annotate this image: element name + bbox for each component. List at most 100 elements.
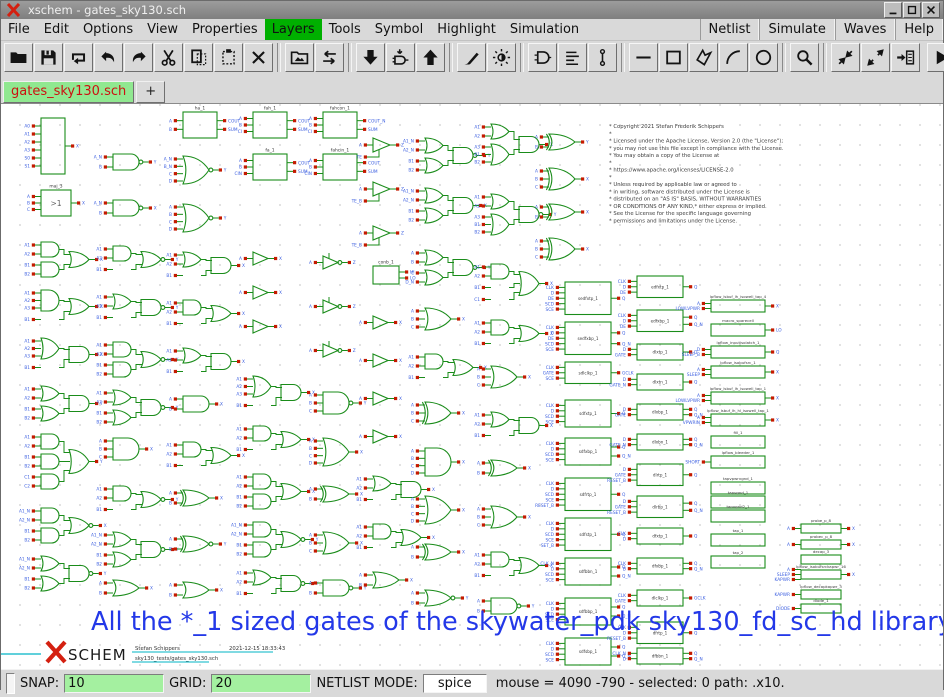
svg-text:B: B	[309, 123, 312, 129]
draw-polygon-button[interactable]	[689, 43, 718, 72]
svg-text:probe_p_8: probe_p_8	[811, 518, 832, 523]
svg-text:X: X	[242, 453, 245, 459]
zoom-box-button[interactable]	[790, 43, 819, 72]
open-button[interactable]	[4, 43, 33, 72]
schematic-symbol-wbox: decap_3	[801, 549, 841, 564]
svg-text:A2: A2	[24, 252, 30, 258]
svg-text:Y: Y	[487, 265, 491, 271]
reload-button[interactable]	[64, 43, 93, 72]
menu-item-highlight[interactable]: Highlight	[430, 19, 503, 40]
cut-icon	[159, 48, 178, 67]
netlist-button[interactable]	[891, 43, 920, 72]
paste-button[interactable]	[214, 43, 243, 72]
menu-item-tools[interactable]: Tools	[322, 19, 368, 40]
redo-button[interactable]	[124, 43, 153, 72]
menu-button-waves[interactable]: Waves	[835, 19, 895, 40]
svg-text:A1_N: A1_N	[19, 557, 30, 563]
svg-text:A: A	[169, 537, 172, 543]
schematic-symbol-oa21: A1A2B1X	[474, 412, 553, 439]
menu-item-simulation[interactable]: Simulation	[503, 19, 586, 40]
tab-gates-sky130[interactable]: gates_sky130.sch	[3, 81, 134, 103]
svg-text:B: B	[169, 407, 172, 413]
menu-item-view[interactable]: View	[140, 19, 185, 40]
svg-text:B: B	[27, 201, 30, 207]
schematic-symbol-wbox: tap_2	[711, 550, 765, 568]
cut-button[interactable]	[154, 43, 183, 72]
close-button[interactable]	[922, 2, 940, 18]
svg-text:A2: A2	[166, 452, 172, 458]
svg-text:B1: B1	[96, 363, 102, 369]
svg-text:X: X	[462, 460, 465, 466]
draw-wire-button[interactable]	[457, 43, 486, 72]
draw-circle-icon	[754, 48, 773, 67]
draw-arc-button[interactable]	[719, 43, 748, 72]
pop-up-button[interactable]	[416, 43, 445, 72]
svg-text:X: X	[279, 256, 282, 262]
draw-rect-button[interactable]	[659, 43, 688, 72]
copy-button[interactable]	[184, 43, 213, 72]
svg-text:Q: Q	[622, 645, 626, 651]
delete-button[interactable]	[244, 43, 273, 72]
menu-item-edit[interactable]: Edit	[37, 19, 76, 40]
svg-text:B1: B1	[24, 529, 30, 535]
simulate-button[interactable]	[927, 43, 944, 72]
schematic-canvas[interactable]: A0A1A2A3S0S1Xmaj_3>1ABCXA1A2B1B2XA1A2A3B…	[1, 104, 943, 669]
svg-text:A: A	[359, 143, 362, 149]
svg-text:B1: B1	[24, 577, 30, 583]
swap-button[interactable]	[315, 43, 344, 72]
svg-text:COUT: COUT	[368, 160, 381, 166]
draw-circle-button[interactable]	[749, 43, 778, 72]
svg-text:A1_N: A1_N	[231, 523, 242, 529]
menu-item-file[interactable]: File	[1, 19, 37, 40]
edit-text-button[interactable]	[558, 43, 587, 72]
descend-symbol-button[interactable]	[386, 43, 415, 72]
svg-text:CI: CI	[238, 129, 242, 135]
svg-text:B1: B1	[236, 591, 242, 597]
save-button[interactable]	[34, 43, 63, 72]
make-symbol-button[interactable]	[528, 43, 557, 72]
svg-text:B1: B1	[96, 267, 102, 273]
menu-button-netlist[interactable]: Netlist	[700, 19, 760, 40]
svg-text:lpflow_lsbuf_lh_isowell_tap_1: lpflow_lsbuf_lh_isowell_tap_1	[710, 386, 767, 391]
svg-text:A: A	[477, 367, 480, 373]
svg-text:A1: A1	[236, 571, 242, 577]
grid-input[interactable]	[211, 674, 311, 693]
wire-link-button[interactable]	[588, 43, 617, 72]
maximize-button[interactable]	[903, 2, 921, 18]
draw-line-button[interactable]	[629, 43, 658, 72]
minimize-button[interactable]	[884, 2, 902, 18]
menu-button-simulate[interactable]: Simulate	[759, 19, 834, 40]
push-down-button[interactable]	[356, 43, 385, 72]
new-tab-button[interactable]: +	[136, 81, 165, 103]
zoom-out-button[interactable]	[861, 43, 890, 72]
svg-text:B: B	[411, 317, 414, 323]
insert-symbol-button[interactable]	[285, 43, 314, 72]
svg-text:A_N: A_N	[94, 155, 102, 161]
svg-text:X: X	[586, 247, 589, 253]
snap-input[interactable]	[64, 674, 164, 693]
svg-text:A: A	[99, 439, 102, 445]
menu-item-properties[interactable]: Properties	[185, 19, 265, 40]
toggle-light-button[interactable]	[487, 43, 516, 72]
svg-text:CLK: CLK	[546, 365, 554, 371]
svg-text:X: X	[242, 263, 245, 269]
svg-text:KAPWR: KAPWR	[774, 592, 790, 598]
menu-item-symbol[interactable]: Symbol	[368, 19, 430, 40]
svg-text:A2: A2	[96, 352, 102, 358]
undo-button[interactable]	[94, 43, 123, 72]
zoom-in-button[interactable]	[831, 43, 860, 72]
menu-item-options[interactable]: Options	[76, 19, 140, 40]
svg-text:Y: Y	[175, 257, 179, 263]
svg-text:A: A	[535, 205, 538, 211]
menu-item-layers[interactable]: Layers	[265, 19, 322, 40]
svg-text:C: C	[27, 207, 30, 213]
menu-button-help[interactable]: Help	[895, 19, 943, 40]
svg-text:B: B	[535, 145, 538, 151]
svg-text:B2: B2	[474, 230, 480, 236]
schematic-symbol-buf: AX	[239, 320, 282, 333]
schematic-symbol-or3: ABCX	[309, 532, 363, 555]
svg-text:CLK: CLK	[618, 531, 626, 537]
netlist-mode-value[interactable]: spice	[423, 674, 487, 693]
title-bar[interactable]: xschem - gates_sky130.sch	[1, 1, 943, 19]
svg-text:A: A	[359, 320, 362, 326]
